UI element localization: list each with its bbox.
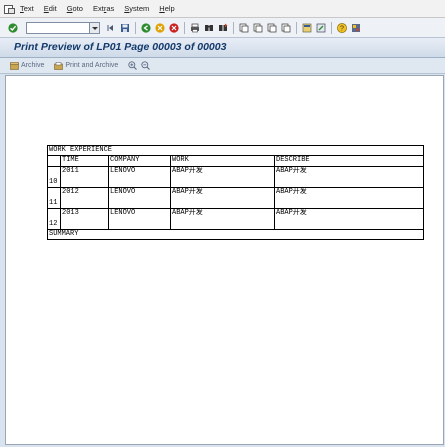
column-header: DESCRIBE bbox=[274, 155, 424, 167]
menu-extras[interactable]: Extras bbox=[93, 4, 114, 13]
zoom-in-icon[interactable] bbox=[128, 61, 138, 70]
work-cell: ABAP开发 bbox=[170, 166, 275, 188]
save-icon[interactable] bbox=[120, 23, 130, 33]
next-page-icon[interactable] bbox=[267, 23, 277, 33]
row-number: 11 bbox=[47, 187, 61, 209]
exit-icon[interactable] bbox=[155, 22, 165, 33]
summary-row: SUMMARY bbox=[47, 229, 424, 240]
application-toolbar: Archive Print and Archive bbox=[0, 58, 445, 74]
toolbar-separator bbox=[331, 21, 332, 34]
time-cell: 2013 bbox=[60, 208, 109, 230]
menu-goto[interactable]: Goto bbox=[67, 4, 83, 13]
menu-help[interactable]: Help bbox=[159, 4, 174, 13]
print-and-archive-label: Print and Archive bbox=[65, 62, 119, 69]
first-page-icon[interactable] bbox=[239, 23, 249, 33]
menu-system[interactable]: System bbox=[124, 4, 149, 13]
archive-label: Archive bbox=[21, 62, 45, 69]
company-cell: LENOVO bbox=[108, 187, 171, 209]
collapse-left-icon[interactable] bbox=[106, 23, 116, 33]
company-cell: LENOVO bbox=[108, 166, 171, 188]
time-cell: 2012 bbox=[60, 187, 109, 209]
menu-text[interactable]: Text bbox=[20, 4, 34, 13]
menu-edit[interactable]: Edit bbox=[44, 4, 57, 13]
column-header: COMPANY bbox=[108, 155, 171, 167]
describe-cell: ABAP开发 bbox=[274, 208, 424, 230]
table-header-row: TIME COMPANY WORK DESCRIBE bbox=[47, 155, 424, 167]
help-icon[interactable]: ? bbox=[337, 22, 347, 33]
report-form: WORK EXPERIENCE TIME COMPANY WORK DESCRI… bbox=[47, 145, 424, 240]
table-row: 10 2011 LENOVO ABAP开发 ABAP开发 bbox=[47, 166, 424, 188]
archive-icon bbox=[10, 61, 19, 70]
archive-button[interactable]: Archive bbox=[10, 61, 45, 70]
cancel-icon[interactable] bbox=[169, 22, 179, 33]
command-dropdown-icon[interactable] bbox=[89, 22, 99, 33]
describe-cell: ABAP开发 bbox=[274, 187, 424, 209]
print-and-archive-button[interactable]: Print and Archive bbox=[54, 61, 119, 70]
row-number: 10 bbox=[47, 166, 61, 188]
back-icon[interactable] bbox=[141, 22, 151, 33]
column-header: TIME bbox=[60, 155, 109, 167]
company-cell: LENOVO bbox=[108, 208, 171, 230]
zoom-out-icon[interactable] bbox=[141, 61, 151, 70]
create-session-icon[interactable] bbox=[302, 23, 312, 33]
shortcut-icon[interactable] bbox=[316, 23, 326, 33]
command-field[interactable] bbox=[26, 21, 100, 34]
time-cell: 2011 bbox=[60, 166, 109, 188]
column-header: WORK bbox=[170, 155, 275, 167]
toolbar-separator bbox=[233, 21, 234, 34]
section-title: WORK EXPERIENCE bbox=[47, 145, 424, 156]
toolbar-separator bbox=[184, 21, 185, 34]
previous-page-icon[interactable] bbox=[253, 23, 263, 33]
find-icon[interactable] bbox=[204, 23, 214, 33]
toolbar-separator bbox=[135, 21, 136, 34]
print-archive-icon bbox=[54, 61, 64, 70]
print-icon[interactable] bbox=[190, 23, 200, 33]
toolbar-separator bbox=[296, 21, 297, 34]
work-cell: ABAP开发 bbox=[170, 208, 275, 230]
work-experience-table: WORK EXPERIENCE TIME COMPANY WORK DESCRI… bbox=[47, 145, 424, 240]
last-page-icon[interactable] bbox=[281, 23, 291, 33]
work-cell: ABAP开发 bbox=[170, 187, 275, 209]
standard-toolbar: ? bbox=[0, 18, 445, 38]
svg-text:?: ? bbox=[340, 25, 344, 32]
layout-menu-icon[interactable] bbox=[351, 23, 361, 33]
system-menu-icon[interactable] bbox=[4, 4, 15, 14]
table-row: 11 2012 LENOVO ABAP开发 ABAP开发 bbox=[47, 187, 424, 209]
describe-cell: ABAP开发 bbox=[274, 166, 424, 188]
table-row: 12 2013 LENOVO ABAP开发 ABAP开发 bbox=[47, 208, 424, 230]
page-title: Print Preview of LP01 Page 00003 of 0000… bbox=[14, 41, 227, 53]
menu-bar: Text Edit Goto Extras System Help bbox=[0, 0, 445, 18]
row-number: 12 bbox=[47, 208, 61, 230]
title-bar: Print Preview of LP01 Page 00003 of 0000… bbox=[0, 38, 445, 58]
row-number-header bbox=[47, 155, 61, 167]
enter-check-icon[interactable] bbox=[8, 22, 18, 33]
find-next-icon[interactable] bbox=[218, 23, 228, 33]
print-preview-area: WORK EXPERIENCE TIME COMPANY WORK DESCRI… bbox=[5, 75, 444, 445]
